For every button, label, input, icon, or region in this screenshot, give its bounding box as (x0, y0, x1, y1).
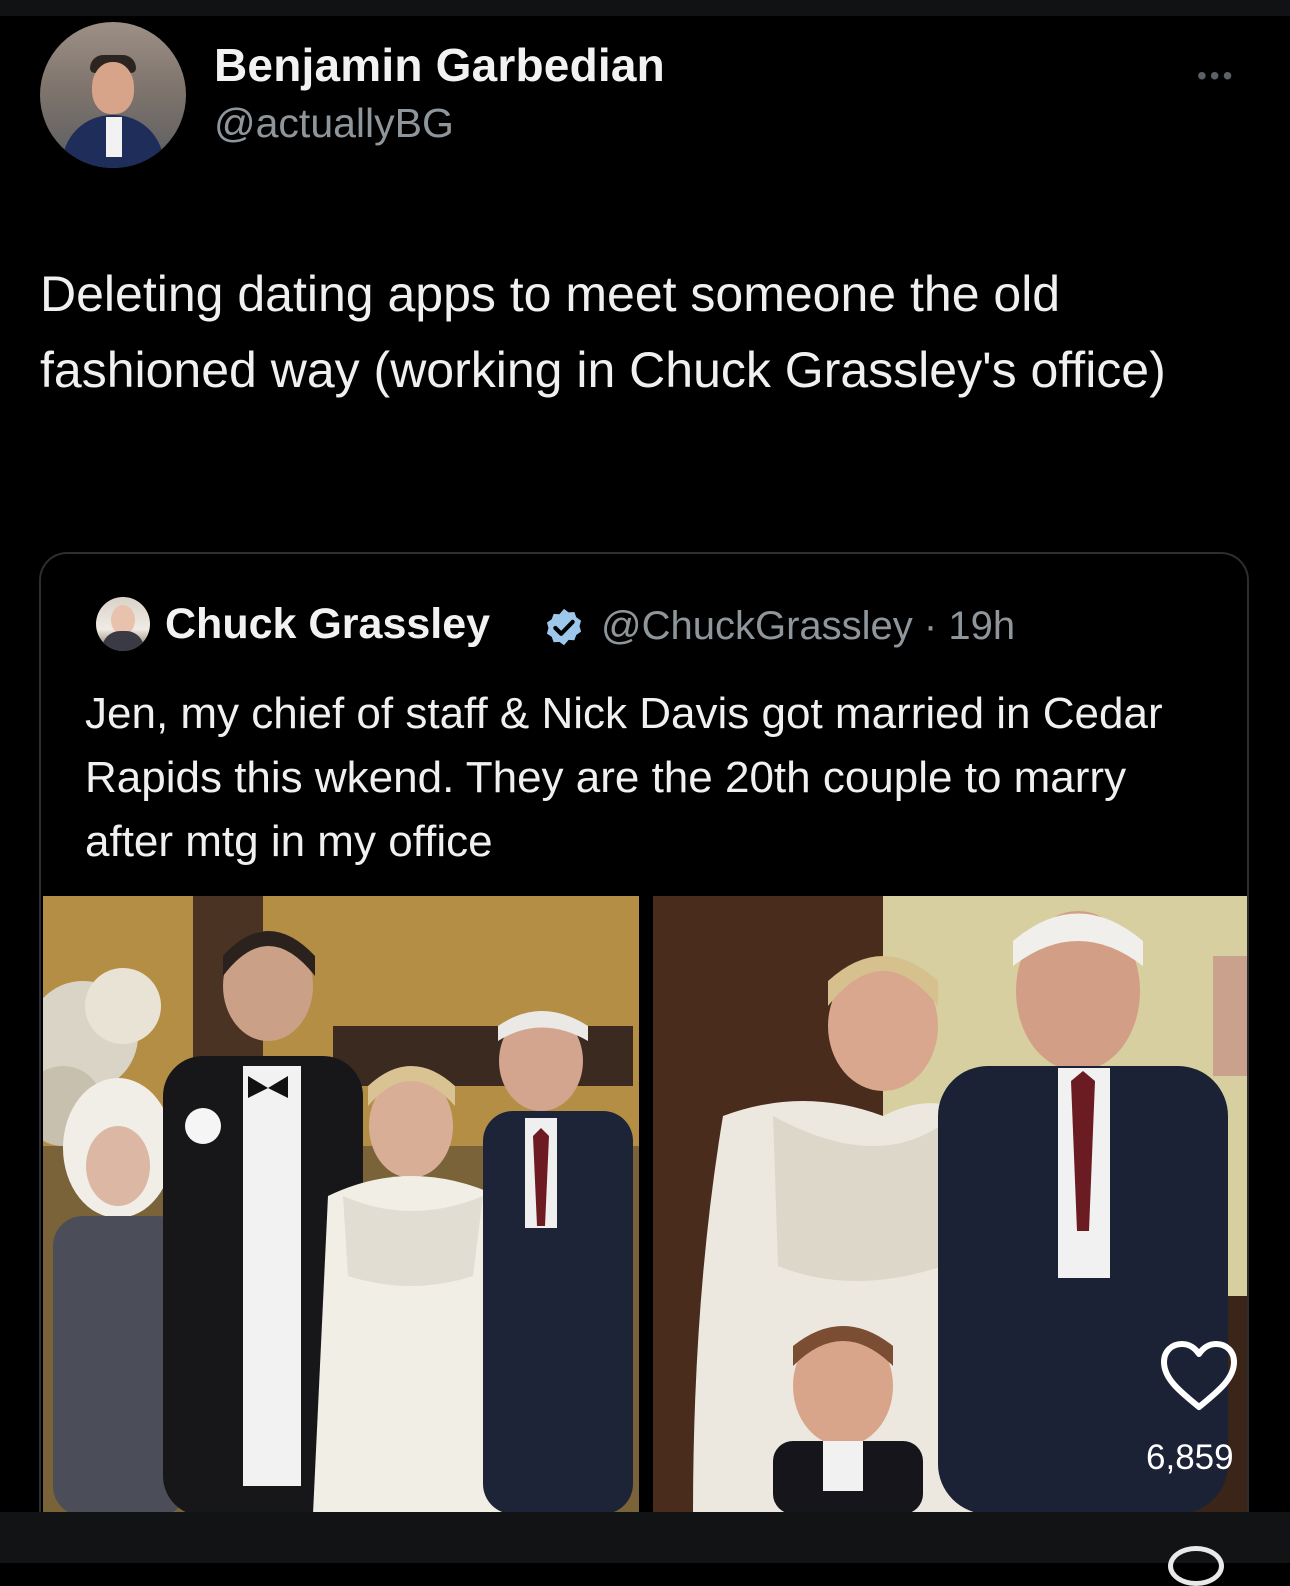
author-name[interactable]: Benjamin Garbedian (214, 38, 665, 92)
quoted-post-text: Jen, my chief of staff & Nick Davis got … (85, 689, 1163, 866)
verified-badge-icon (546, 608, 582, 646)
wedding-photo-group[interactable] (43, 896, 639, 1512)
comment-icon[interactable] (1168, 1546, 1224, 1586)
bottom-bar (0, 1512, 1290, 1563)
like-count: 6,859 (1146, 1438, 1234, 1477)
post-text: Deleting dating apps to meet someone the… (40, 266, 1166, 398)
wedding-photo-couple-with-child[interactable] (653, 896, 1247, 1512)
status-bar (0, 0, 1290, 16)
heart-icon[interactable] (1158, 1338, 1240, 1412)
quoted-post-card[interactable]: Chuck Grassley @ChuckGrassley · 19h Jen,… (39, 552, 1249, 1512)
quoted-author-name[interactable]: Chuck Grassley (165, 600, 490, 649)
quoted-author-handle-time: @ChuckGrassley · 19h (601, 604, 1016, 648)
quoted-author-avatar[interactable] (96, 597, 150, 651)
more-horizontal-icon[interactable]: ••• (1197, 60, 1235, 92)
author-handle[interactable]: @actuallyBG (214, 100, 454, 147)
author-avatar[interactable] (40, 22, 186, 168)
